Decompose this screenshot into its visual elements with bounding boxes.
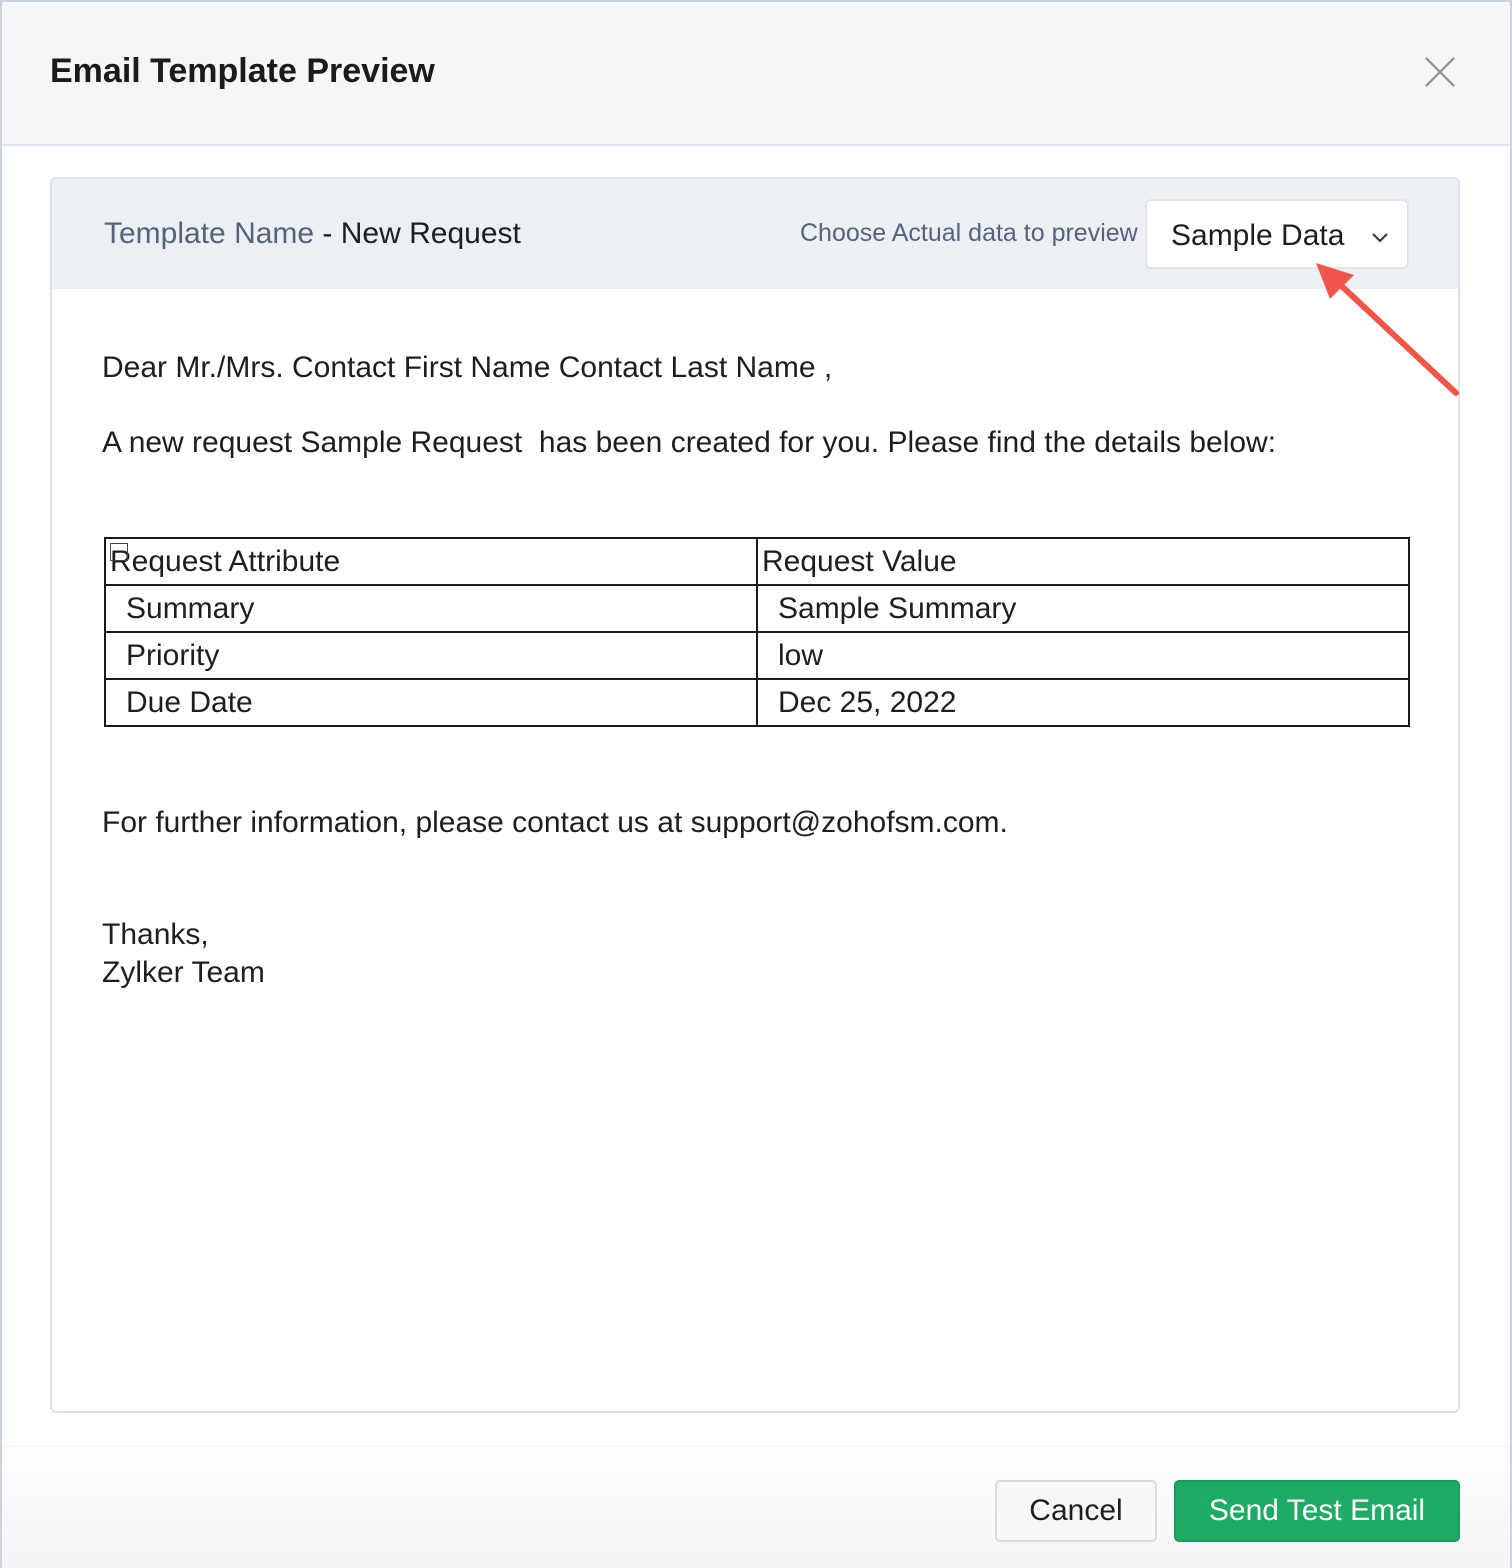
- table-row: Due Date Dec 25, 2022: [104, 678, 1410, 727]
- table-cell-value: Dec 25, 2022: [756, 678, 1410, 727]
- cancel-button[interactable]: Cancel: [995, 1480, 1157, 1542]
- preview-data-select-value: Sample Data: [1171, 219, 1345, 252]
- email-template-preview-dialog: Email Template Preview Template Name - N…: [0, 0, 1512, 1568]
- dialog-header: Email Template Preview: [2, 2, 1510, 146]
- table-cell-value: Sample Summary: [756, 584, 1410, 633]
- template-name-separator: -: [314, 217, 341, 250]
- preview-data-select[interactable]: Sample Data: [1145, 199, 1409, 269]
- preview-card: Template Name - New Request Choose Actua…: [50, 177, 1460, 1413]
- table-cell-value: low: [756, 631, 1410, 680]
- preview-card-header: Template Name - New Request Choose Actua…: [52, 179, 1458, 289]
- dialog-title: Email Template Preview: [50, 52, 435, 90]
- request-details-table: Request Attribute Request Value Summary …: [104, 537, 1410, 727]
- template-name-value: New Request: [340, 217, 521, 250]
- table-cell-attribute: Due Date: [104, 678, 758, 727]
- table-header-attribute-label: Request Attribute: [110, 544, 341, 578]
- table-header-value: Request Value: [756, 537, 1410, 586]
- table-cell-attribute: Summary: [104, 584, 758, 633]
- email-greeting: Dear Mr./Mrs. Contact First Name Contact…: [102, 351, 833, 384]
- table-header-attribute: Request Attribute: [104, 537, 758, 586]
- table-row: Summary Sample Summary: [104, 584, 1410, 633]
- close-icon[interactable]: [1422, 54, 1458, 90]
- table-resize-handle: [110, 542, 128, 561]
- dialog-footer: Cancel Send Test Email: [2, 1446, 1510, 1568]
- email-intro: A new request Sample Request has been cr…: [102, 426, 1277, 459]
- chevron-down-icon: [1369, 229, 1391, 245]
- send-test-email-button[interactable]: Send Test Email: [1174, 1480, 1460, 1542]
- template-name-label: Template Name: [104, 217, 315, 250]
- table-header-row: Request Attribute Request Value: [104, 537, 1410, 586]
- email-closing: Thanks,: [102, 918, 209, 951]
- email-contact-line: For further information, please contact …: [102, 806, 1008, 839]
- template-name: Template Name - New Request: [104, 217, 521, 251]
- email-signature: Zylker Team: [102, 956, 265, 989]
- table-row: Priority low: [104, 631, 1410, 680]
- choose-data-label: Choose Actual data to preview: [800, 219, 1138, 247]
- table-cell-attribute: Priority: [104, 631, 758, 680]
